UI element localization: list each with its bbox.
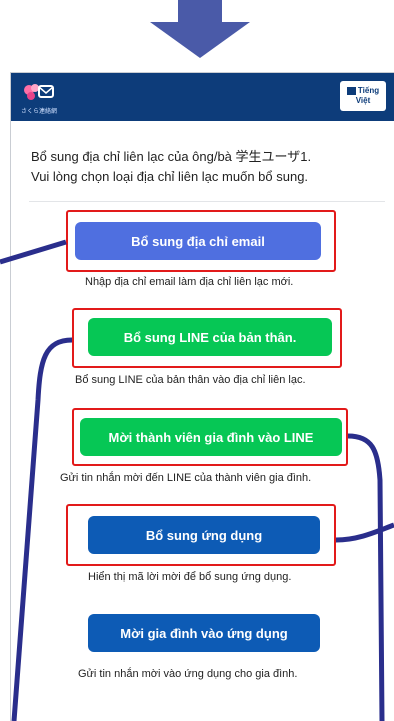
- connector-line-app: [335, 522, 394, 543]
- connector-line-email: [0, 239, 67, 265]
- connector-line-family-line: [347, 433, 385, 721]
- annotation-connector-lines: [0, 239, 394, 721]
- connector-line-own-line: [11, 337, 73, 721]
